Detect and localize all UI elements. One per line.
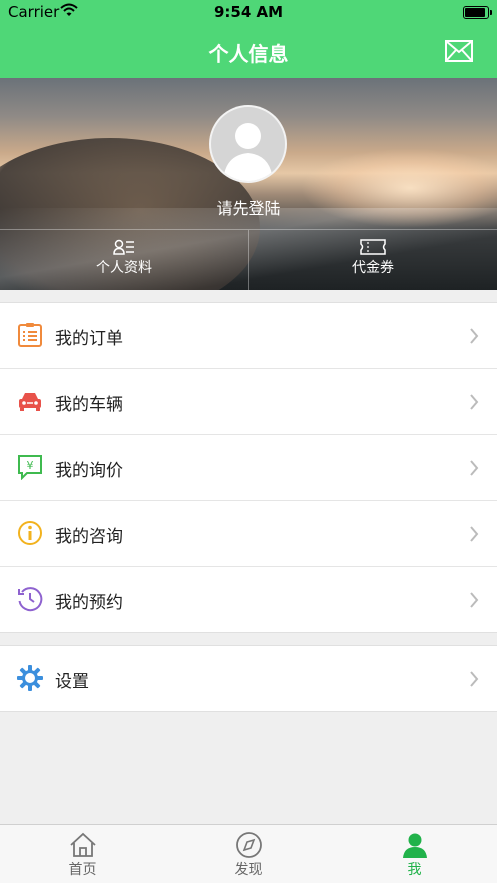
- svg-text:¥: ¥: [27, 459, 34, 472]
- menu-item-settings[interactable]: 设置: [0, 646, 497, 711]
- menu-item-label: 设置: [55, 672, 89, 692]
- menu-item-label: 我的订单: [55, 329, 123, 349]
- user-icon: [402, 833, 427, 858]
- profile-header: 请先登陆 个人资料 代金券: [0, 78, 497, 290]
- login-prompt[interactable]: 请先登陆: [0, 195, 497, 219]
- profile-info-label: 个人资料: [96, 260, 152, 276]
- tab-discover[interactable]: 发现: [166, 825, 331, 883]
- avatar[interactable]: [209, 105, 287, 183]
- chevron-right-icon: [470, 328, 479, 344]
- tab-discover-label: 发现: [234, 862, 263, 878]
- info-icon: [18, 521, 42, 545]
- tab-bar: 首页 发现 我: [0, 824, 497, 883]
- menu-item-consultations[interactable]: 我的咨询: [0, 501, 497, 567]
- tab-me[interactable]: 我: [332, 825, 497, 883]
- menu-item-vehicles[interactable]: 我的车辆: [0, 369, 497, 435]
- compass-icon: [235, 832, 262, 858]
- profile-info-tab[interactable]: 个人资料: [0, 230, 249, 290]
- tab-home-label: 首页: [68, 862, 97, 878]
- order-list-icon: [18, 323, 42, 347]
- gear-icon: [17, 665, 43, 691]
- status-time: 9:54 AM: [213, 3, 284, 21]
- menu-item-inquiries[interactable]: ¥ 我的询价: [0, 435, 497, 501]
- chevron-right-icon: [470, 671, 479, 687]
- history-clock-icon: [18, 587, 43, 612]
- menu-item-label: 我的询价: [55, 461, 123, 481]
- top-bar: Carrier 9:54 AM 个人信息: [0, 0, 497, 78]
- profile-tabs: 个人资料 代金券: [0, 229, 497, 290]
- voucher-tab[interactable]: 代金券: [249, 230, 497, 290]
- yuan-chat-icon: ¥: [18, 455, 42, 480]
- page-title: 个人信息: [208, 42, 289, 66]
- chevron-right-icon: [470, 394, 479, 410]
- chevron-right-icon: [470, 526, 479, 542]
- tab-home[interactable]: 首页: [0, 825, 165, 883]
- menu-item-label: 我的预约: [55, 593, 123, 613]
- tab-me-label: 我: [407, 862, 422, 878]
- menu-item-orders[interactable]: 我的订单: [0, 303, 497, 369]
- menu-item-label: 我的咨询: [55, 527, 123, 547]
- profile-card-icon: [113, 239, 134, 255]
- menu-item-appointments[interactable]: 我的预约: [0, 567, 497, 632]
- status-bar: Carrier 9:54 AM: [0, 0, 497, 24]
- voucher-icon: [360, 239, 386, 255]
- chevron-right-icon: [470, 592, 479, 608]
- home-icon: [69, 832, 96, 857]
- voucher-label: 代金券: [352, 260, 394, 276]
- car-icon: [19, 393, 41, 411]
- mail-icon[interactable]: [445, 40, 473, 62]
- settings-list: 设置: [0, 645, 497, 712]
- chevron-right-icon: [470, 460, 479, 476]
- avatar-placeholder-icon: [223, 123, 273, 181]
- menu-item-label: 我的车辆: [55, 395, 123, 415]
- page: Carrier 9:54 AM 个人信息 请先登陆 个人资料 代金券 我的订单 …: [0, 0, 497, 883]
- menu-list: 我的订单 我的车辆 ¥ 我的询价 我的咨询 我的预约: [0, 302, 497, 633]
- battery-icon: [463, 6, 492, 19]
